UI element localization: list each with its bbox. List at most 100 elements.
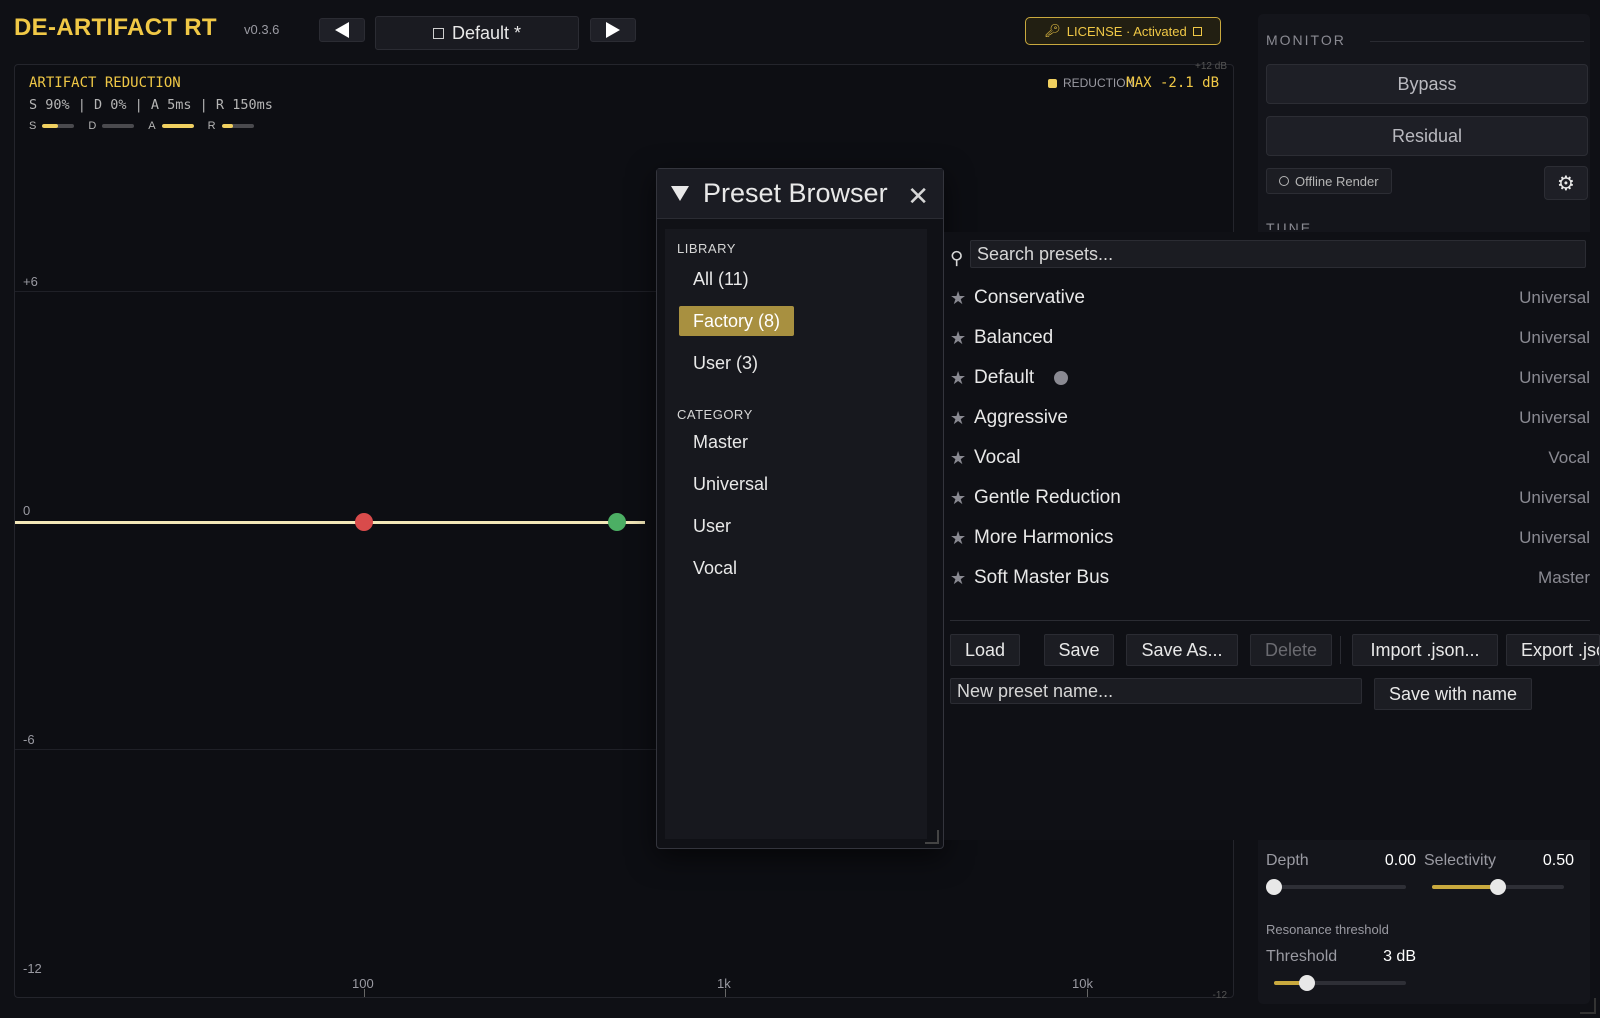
bottom-right-scale: -12 xyxy=(1212,990,1227,1001)
star-icon[interactable]: ★ xyxy=(950,488,974,509)
preset-browser-window: Preset Browser ✕ LIBRARY All (11) Factor… xyxy=(656,168,944,849)
resize-handle[interactable] xyxy=(925,830,939,844)
preset-row[interactable]: ★ Conservative Universal xyxy=(950,280,1590,316)
slider-thumb[interactable] xyxy=(1299,975,1315,991)
resonance-threshold-header: Resonance threshold xyxy=(1266,922,1389,937)
depth-value: 0.00 xyxy=(1384,852,1416,869)
save-as-button[interactable]: Save As... xyxy=(1126,634,1238,666)
delete-button[interactable]: Delete xyxy=(1250,634,1332,666)
selectivity-slider[interactable] xyxy=(1432,879,1564,895)
list-divider xyxy=(950,620,1590,621)
selectivity-value: 0.50 xyxy=(1542,852,1574,869)
band-node-mid[interactable] xyxy=(608,513,626,531)
plot-legend: REDUCTION MAX -2.1 dB xyxy=(1047,75,1219,91)
preset-browser-title: Preset Browser xyxy=(703,178,888,208)
y-label-zero: 0 xyxy=(23,503,31,518)
star-icon[interactable]: ★ xyxy=(950,288,974,309)
library-item-factory[interactable]: Factory (8) xyxy=(679,306,795,336)
export-json-button[interactable]: Export .json... xyxy=(1506,634,1600,666)
checkbox-icon xyxy=(432,27,444,39)
preset-row[interactable]: ★ Soft Master Bus Master xyxy=(950,560,1590,596)
radio-icon xyxy=(1279,176,1289,186)
y-label-minus12: -12 xyxy=(23,961,42,976)
bypass-button[interactable]: Bypass xyxy=(1266,64,1588,104)
legend-label: REDUCTION xyxy=(1062,76,1135,90)
settings-button[interactable]: ⚙︎ xyxy=(1544,166,1588,200)
library-item-all[interactable]: All (11) xyxy=(679,264,763,294)
category-item-user[interactable]: User xyxy=(679,511,745,541)
top-right-scale: +12 dB xyxy=(1195,61,1227,72)
preset-selector-label: Default * xyxy=(451,22,522,43)
new-preset-name-input[interactable]: New preset name... xyxy=(950,678,1362,704)
star-icon[interactable]: ★ xyxy=(950,568,974,589)
category-header: CATEGORY xyxy=(677,407,753,422)
preset-row[interactable]: ★ More Harmonics Universal xyxy=(950,520,1590,556)
previous-preset-button[interactable] xyxy=(319,18,365,42)
category-item-master[interactable]: Master xyxy=(679,427,762,457)
max-readout: MAX -2.1 dB xyxy=(1126,75,1219,91)
preset-selector[interactable]: Default * xyxy=(375,16,579,50)
category-item-universal[interactable]: Universal xyxy=(679,469,782,499)
save-with-name-button[interactable]: Save with name xyxy=(1374,678,1533,710)
preset-row[interactable]: ★ Gentle Reduction Universal xyxy=(950,480,1590,516)
threshold-value: 3 dB xyxy=(1383,948,1416,965)
offline-render-toggle[interactable]: Offline Render xyxy=(1266,168,1392,194)
star-icon[interactable]: ★ xyxy=(950,328,974,349)
band-node-low[interactable] xyxy=(355,513,373,531)
key-icon: 🔑︎ xyxy=(1044,23,1061,38)
library-item-user[interactable]: User (3) xyxy=(679,348,772,378)
mini-bar-s: S xyxy=(29,120,75,132)
reduction-curve xyxy=(15,521,645,524)
preset-row[interactable]: ★ Balanced Universal xyxy=(950,320,1590,356)
legend-swatch xyxy=(1047,78,1057,88)
monitor-header: MONITOR xyxy=(1266,32,1346,48)
import-json-button[interactable]: Import .json... xyxy=(1352,634,1498,666)
preset-row[interactable]: ★ Aggressive Universal xyxy=(950,400,1590,436)
mini-bar-r: R xyxy=(208,120,254,132)
slider-thumb[interactable] xyxy=(1266,879,1282,895)
arrow-right-icon xyxy=(606,22,620,38)
star-icon[interactable]: ★ xyxy=(950,448,974,469)
collapse-icon[interactable] xyxy=(671,186,689,201)
save-button[interactable]: Save xyxy=(1044,634,1114,666)
category-item-vocal[interactable]: Vocal xyxy=(679,553,751,583)
y-label-minus6: -6 xyxy=(23,732,35,747)
mini-bar-a: A xyxy=(148,120,194,132)
next-preset-button[interactable] xyxy=(590,18,636,42)
search-icon: ⚲︎ xyxy=(950,248,964,268)
threshold-slider[interactable] xyxy=(1274,975,1406,991)
library-header: LIBRARY xyxy=(677,241,736,256)
residual-button[interactable]: Residual xyxy=(1266,116,1588,156)
load-button[interactable]: Load xyxy=(950,634,1020,666)
param-mini-bars: S D A R xyxy=(29,120,254,132)
preset-browser-titlebar[interactable]: Preset Browser xyxy=(657,169,943,219)
depth-slider[interactable] xyxy=(1266,879,1406,895)
star-icon[interactable]: ★ xyxy=(950,408,974,429)
x-label-10k: 10k xyxy=(1072,976,1093,991)
mini-bar-d: D xyxy=(88,120,135,132)
plot-title: ARTIFACT REDUCTION xyxy=(29,75,181,91)
license-label: LICENSE · Activated xyxy=(1066,23,1187,39)
arrow-left-icon xyxy=(335,22,349,38)
preset-row[interactable]: ★ Default Universal xyxy=(950,360,1590,396)
tune-header: TUNE xyxy=(1266,220,1313,230)
slider-thumb[interactable] xyxy=(1490,879,1506,895)
star-icon[interactable]: ★ xyxy=(950,528,974,549)
x-label-100: 100 xyxy=(352,976,374,991)
window-resize-grip[interactable] xyxy=(1580,998,1596,1014)
section-divider xyxy=(1370,41,1584,42)
preset-row[interactable]: ★ Vocal Vocal xyxy=(950,440,1590,476)
version-label: v0.3.6 xyxy=(244,22,280,37)
depth-label: Depth xyxy=(1266,852,1309,869)
license-badge[interactable]: 🔑︎ LICENSE · Activated xyxy=(1025,17,1221,45)
preset-filter-panel: LIBRARY All (11) Factory (8) User (3) CA… xyxy=(665,229,927,839)
preset-list-panel: ⚲︎ Search presets... ★ Conservative Univer… xyxy=(944,232,1600,840)
star-icon[interactable]: ★ xyxy=(950,368,974,389)
search-input[interactable]: Search presets... xyxy=(970,240,1586,268)
action-separator xyxy=(1340,636,1341,664)
x-label-1k: 1k xyxy=(717,976,731,991)
threshold-label: Threshold xyxy=(1266,948,1338,965)
plot-params: S 90% | D 0% | A 5ms | R 150ms xyxy=(29,97,273,113)
close-icon[interactable]: ✕ xyxy=(907,181,929,212)
y-label-plus6: +6 xyxy=(23,274,38,289)
